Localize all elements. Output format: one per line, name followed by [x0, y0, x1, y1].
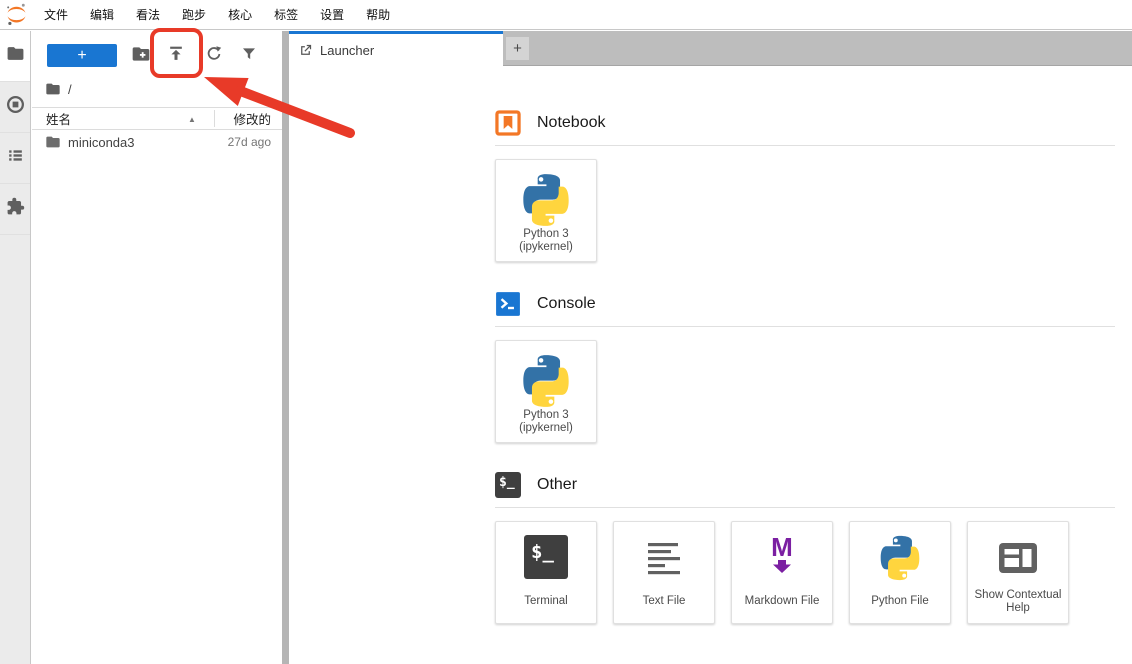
section-console-header: Console	[495, 291, 1132, 317]
contextual-help-icon	[995, 535, 1041, 581]
launcher-card-console-python3[interactable]: Python 3 (ipykernel)	[495, 340, 597, 443]
card-label: Terminal	[524, 595, 568, 608]
launcher-card-markdown-file[interactable]: M Markdown File	[731, 521, 833, 624]
upload-icon	[166, 44, 186, 67]
launcher-icon	[298, 43, 313, 58]
notebook-icon	[495, 110, 521, 136]
column-header-modified[interactable]: 修改的	[233, 109, 271, 128]
terminal-icon: $_	[524, 535, 568, 579]
file-name: miniconda3	[68, 134, 135, 150]
terminal-icon: $_	[495, 472, 521, 498]
new-folder-icon	[131, 44, 151, 67]
section-divider	[495, 507, 1115, 508]
file-modified: 27d ago	[227, 135, 271, 149]
card-label: Python 3 (ipykernel)	[519, 408, 573, 434]
jupyter-logo-icon	[0, 2, 33, 27]
refresh-icon	[205, 45, 223, 66]
panel-resize-handle[interactable]	[282, 31, 289, 664]
breadcrumb: /	[32, 71, 282, 107]
launcher-card-text-file[interactable]: Text File	[613, 521, 715, 624]
sidebar-tab-extensions[interactable]	[0, 184, 30, 235]
column-divider	[214, 110, 215, 127]
launcher-panel: Notebook Python 3 (ipykernel) Console Py…	[289, 67, 1132, 664]
card-label: Markdown File	[744, 595, 820, 608]
sidebar-tab-file-browser[interactable]	[0, 31, 30, 82]
menu-file[interactable]: 文件	[33, 0, 79, 30]
menu-settings[interactable]: 设置	[309, 0, 355, 30]
folder-icon	[45, 134, 61, 150]
filter-button[interactable]	[237, 43, 261, 67]
refresh-button[interactable]	[202, 43, 226, 67]
section-other: $_ Other $_ Terminal Text File M Markdow…	[495, 472, 1132, 624]
breadcrumb-root[interactable]: /	[68, 82, 72, 97]
section-notebook: Notebook Python 3 (ipykernel)	[495, 110, 1132, 262]
file-browser-toolbar: +	[32, 31, 282, 71]
sidebar-tab-table-of-contents[interactable]	[0, 133, 30, 184]
menu-run[interactable]: 跑步	[171, 0, 217, 30]
upload-button[interactable]	[164, 43, 188, 67]
launcher-card-terminal[interactable]: $_ Terminal	[495, 521, 597, 624]
menu-help[interactable]: 帮助	[355, 0, 401, 30]
python-logo-icon	[877, 535, 923, 581]
tab-launcher[interactable]: Launcher	[289, 31, 503, 66]
new-launcher-button[interactable]: +	[47, 44, 117, 67]
folder-icon	[6, 44, 25, 68]
main-tab-bar: Launcher +	[289, 31, 1132, 66]
column-header-name[interactable]: 姓名	[32, 109, 71, 128]
list-icon	[6, 146, 25, 170]
new-folder-button[interactable]	[129, 43, 153, 67]
text-file-icon	[641, 535, 687, 581]
menu-edit[interactable]: 编辑	[79, 0, 125, 30]
console-icon	[495, 291, 521, 317]
file-row-miniconda3[interactable]: miniconda3 27d ago	[32, 130, 282, 154]
section-divider	[495, 145, 1115, 146]
menu-kernel[interactable]: 核心	[217, 0, 263, 30]
card-label: Text File	[642, 595, 686, 608]
file-browser-panel: + / 姓名 ▲ 修改的 miniconda3 27d ago	[32, 31, 282, 664]
markdown-icon: M	[771, 534, 793, 573]
tab-launcher-label: Launcher	[320, 42, 375, 58]
launcher-card-show-contextual-help[interactable]: Show Contextual Help	[967, 521, 1069, 624]
filter-icon	[240, 45, 258, 66]
menu-view[interactable]: 看法	[125, 0, 171, 30]
puzzle-icon	[6, 197, 25, 221]
launcher-card-notebook-python3[interactable]: Python 3 (ipykernel)	[495, 159, 597, 262]
stop-circle-icon	[5, 94, 26, 120]
card-label: Python 3 (ipykernel)	[519, 227, 573, 253]
menu-bar: 文件 编辑 看法 跑步 核心 标签 设置 帮助	[0, 0, 1132, 30]
sidebar-tab-strip	[0, 31, 31, 664]
sort-ascending-icon: ▲	[188, 115, 196, 124]
menu-tabs[interactable]: 标签	[263, 0, 309, 30]
breadcrumb-folder-icon[interactable]	[45, 81, 61, 97]
section-title: Console	[537, 295, 596, 312]
section-other-header: $_ Other	[495, 472, 1132, 498]
section-divider	[495, 326, 1115, 327]
launcher-card-python-file[interactable]: Python File	[849, 521, 951, 624]
python-logo-icon	[519, 354, 573, 408]
card-label: Show Contextual Help	[974, 588, 1062, 614]
file-list-header: 姓名 ▲ 修改的	[32, 107, 282, 130]
sidebar-tab-running-sessions[interactable]	[0, 82, 30, 133]
card-label: Python File	[871, 595, 929, 608]
section-notebook-header: Notebook	[495, 110, 1132, 136]
section-title: Notebook	[537, 114, 606, 131]
section-title: Other	[537, 476, 578, 493]
section-console: Console Python 3 (ipykernel)	[495, 291, 1132, 443]
python-logo-icon	[519, 173, 573, 227]
new-tab-button[interactable]: +	[506, 36, 529, 60]
